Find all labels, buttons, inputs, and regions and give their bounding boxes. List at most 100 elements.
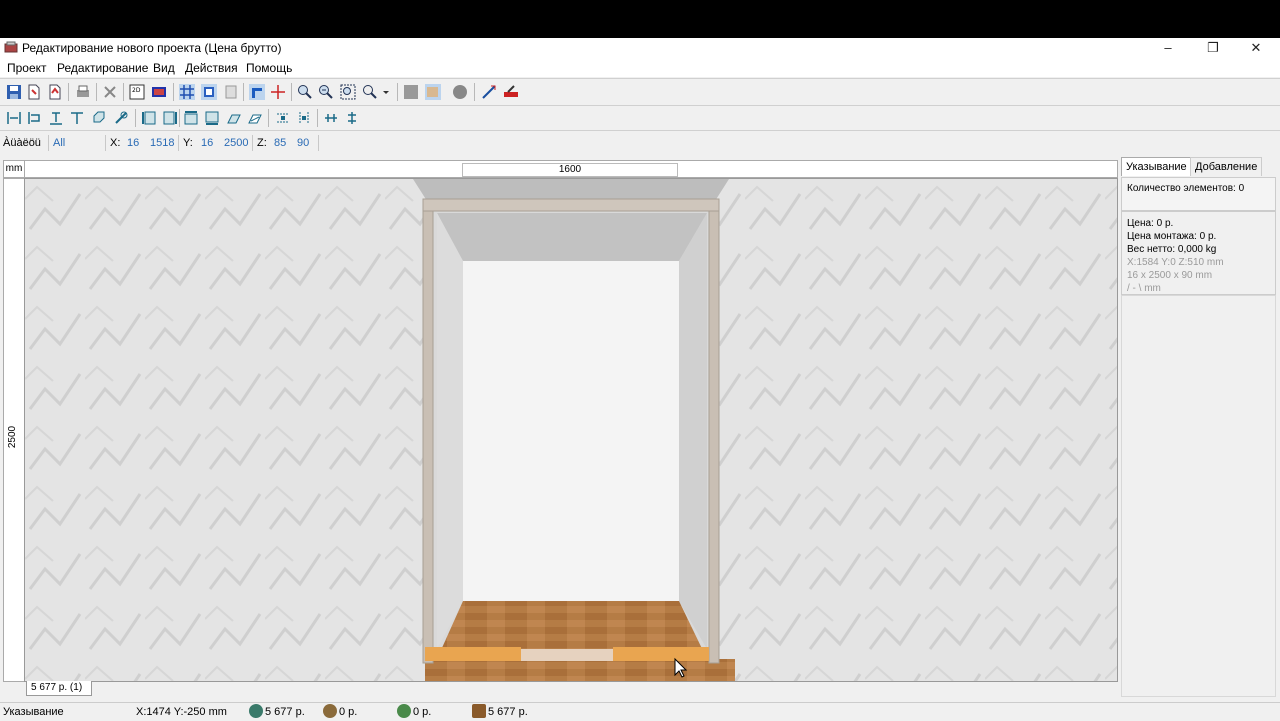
view-2d-icon[interactable]: 2D: [129, 84, 145, 100]
window-title: Редактирование нового проекта (Цена брут…: [22, 41, 282, 55]
menu-divider: [0, 78, 1280, 79]
menu-project[interactable]: Проект: [7, 61, 47, 75]
app-window: Редактирование нового проекта (Цена брут…: [0, 38, 1280, 721]
snap-icon[interactable]: [201, 84, 217, 100]
toolbar-separator: [123, 83, 124, 101]
toolbar-separator: [68, 83, 69, 101]
toolbar-separator: [179, 109, 180, 127]
left-frame-post: [422, 200, 434, 664]
spread-v-icon[interactable]: [344, 110, 360, 126]
distribute-h-icon[interactable]: [275, 110, 291, 126]
room-scene: [25, 179, 1117, 681]
rotate-icon[interactable]: [91, 110, 107, 126]
to-top-icon[interactable]: [183, 110, 199, 126]
to-bottom-icon[interactable]: [204, 110, 220, 126]
toolbar-separator: [317, 109, 318, 127]
zoom-menu-icon[interactable]: [362, 84, 378, 100]
z-start-field[interactable]: 85: [274, 137, 286, 149]
view-3d-icon[interactable]: [151, 84, 167, 100]
x-label: X:: [110, 137, 121, 149]
globe-icon: [249, 704, 263, 718]
x-end-field[interactable]: 1518: [150, 137, 174, 149]
top-frame-rail: [422, 198, 720, 212]
selection-label: Àüàëöü: [3, 137, 41, 149]
menu-view[interactable]: Вид: [153, 61, 175, 75]
tools-icon: [323, 704, 337, 718]
main-toolbar: 2D: [0, 80, 1280, 104]
toolbar-separator: [291, 83, 292, 101]
divider: [178, 135, 179, 151]
chevron-down-icon[interactable]: [381, 84, 391, 100]
solid-icon[interactable]: [403, 84, 419, 100]
cross-icon[interactable]: [270, 84, 286, 100]
toolbar-separator: [243, 83, 244, 101]
ruler-unit: mm: [3, 160, 25, 178]
align-toolbar: [0, 106, 1280, 130]
to-front-icon[interactable]: [226, 110, 242, 126]
base-board-center: [521, 649, 613, 661]
toolbar-separator: [135, 109, 136, 127]
zoom-out-icon[interactable]: [318, 84, 334, 100]
properties-box: Цена: 0 р. Цена монтажа: 0 р. Вес нетто:…: [1121, 211, 1276, 295]
properties-panel: Указывание Добавление Количество элемент…: [1118, 155, 1280, 697]
project-tab[interactable]: 5 677 р. (1): [26, 681, 92, 696]
texture-icon[interactable]: [223, 84, 239, 100]
to-back-icon[interactable]: [247, 110, 263, 126]
grid-icon[interactable]: [179, 84, 195, 100]
right-inner-wall: [679, 213, 707, 649]
dimensions-value: 16 x 2500 x 90 mm: [1127, 270, 1213, 281]
status-total: 5 677 р.: [265, 706, 305, 718]
status-bar: Указывание X:1474 Y:-250 mm 5 677 р. 0 р…: [0, 702, 1280, 721]
svg-text:2D: 2D: [132, 87, 141, 94]
close-button[interactable]: ✕: [1233, 38, 1279, 58]
3d-viewport[interactable]: [24, 178, 1118, 682]
open-icon[interactable]: [26, 84, 42, 100]
to-right-icon[interactable]: [162, 110, 178, 126]
x-start-field[interactable]: 16: [127, 137, 139, 149]
app-icon: [4, 41, 18, 53]
delete-icon[interactable]: [102, 84, 118, 100]
status-mount: 0 р.: [339, 706, 358, 718]
align-hcenter-icon[interactable]: [27, 110, 43, 126]
zoom-in-icon[interactable]: [297, 84, 313, 100]
z-end-field[interactable]: 90: [297, 137, 309, 149]
status-mode: Указывание: [3, 706, 64, 718]
minimize-button[interactable]: –: [1145, 38, 1191, 58]
y-end-field[interactable]: 2500: [224, 137, 248, 149]
toolbar-separator: [268, 109, 269, 127]
base-board-left: [425, 647, 521, 661]
wall-icon[interactable]: [249, 84, 265, 100]
to-left-icon[interactable]: [141, 110, 157, 126]
selection-filter[interactable]: All: [53, 137, 65, 149]
color-icon[interactable]: [503, 84, 519, 100]
tab-point[interactable]: Указывание: [1121, 157, 1192, 176]
zoom-fit-icon[interactable]: [340, 84, 356, 100]
price-value: Цена: 0 р.: [1127, 218, 1174, 229]
menu-edit[interactable]: Редактирование: [57, 61, 148, 75]
right-frame-post: [708, 200, 720, 664]
status-cursor: X:1474 Y:-250 mm: [136, 706, 227, 718]
divider: [48, 135, 49, 151]
status-delivery: 0 р.: [413, 706, 432, 718]
align-top-icon[interactable]: [48, 110, 64, 126]
maximize-button[interactable]: ❐: [1190, 38, 1236, 58]
weight-value: Вес нетто: 0,000 kg: [1127, 244, 1217, 255]
align-left-icon[interactable]: [6, 110, 22, 126]
spread-h-icon[interactable]: [323, 110, 339, 126]
left-inner-wall: [437, 213, 463, 649]
position-value: X:1584 Y:0 Z:510 mm: [1127, 257, 1224, 268]
flip-icon[interactable]: [113, 110, 129, 126]
new-icon[interactable]: [47, 84, 63, 100]
menu-help[interactable]: Помощь: [246, 61, 292, 75]
save-icon[interactable]: [6, 84, 22, 100]
sphere-icon[interactable]: [452, 84, 468, 100]
align-vcenter-icon[interactable]: [69, 110, 85, 126]
tab-add[interactable]: Добавление: [1190, 157, 1263, 176]
mount-price-value: Цена монтажа: 0 р.: [1127, 231, 1217, 242]
measure-icon[interactable]: [481, 84, 497, 100]
distribute-v-icon[interactable]: [296, 110, 312, 126]
y-start-field[interactable]: 16: [201, 137, 213, 149]
print-icon[interactable]: [75, 84, 91, 100]
shade-icon[interactable]: [425, 84, 441, 100]
menu-actions[interactable]: Действия: [185, 61, 238, 75]
